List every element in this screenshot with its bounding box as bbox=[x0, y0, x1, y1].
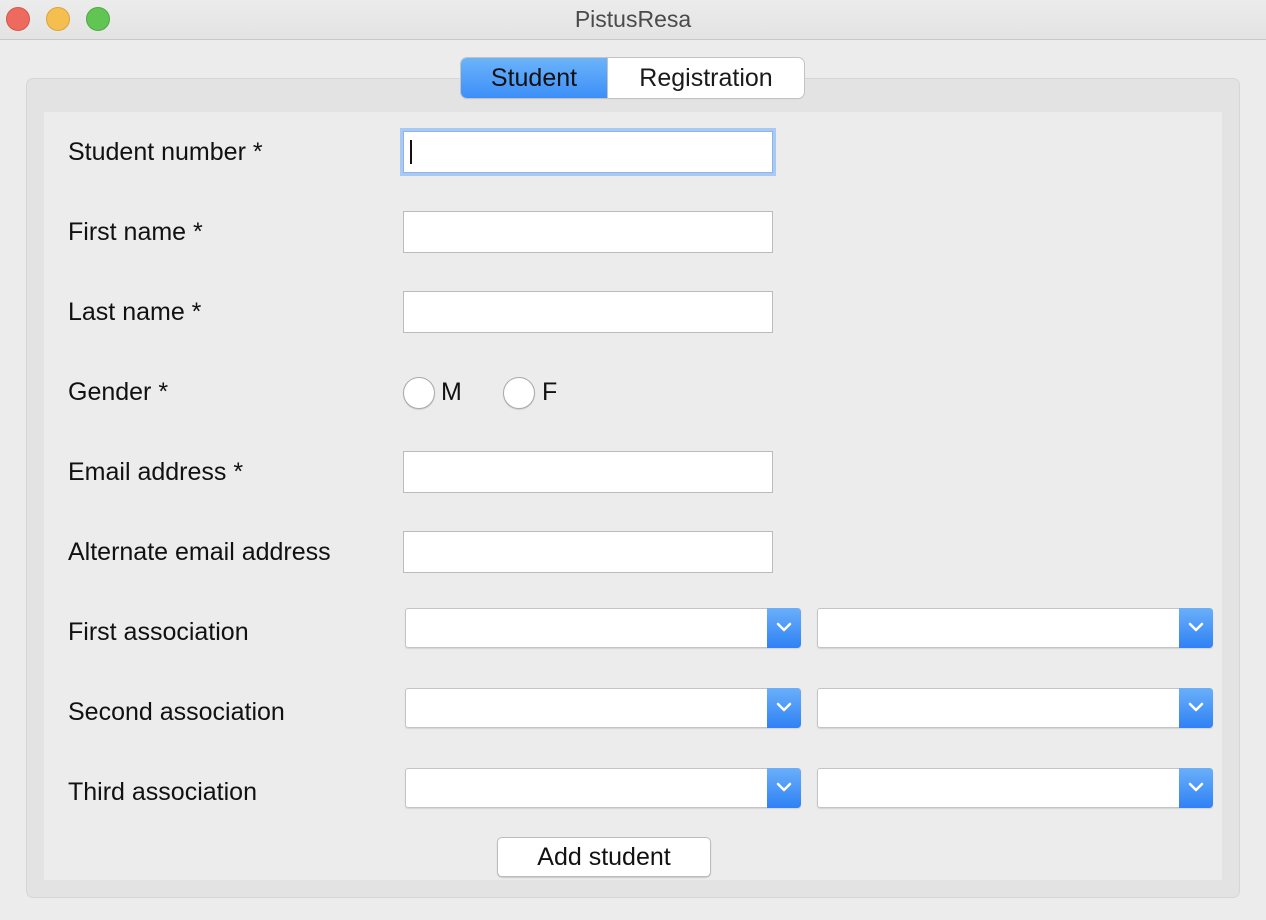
email-input[interactable] bbox=[403, 451, 773, 493]
student-number-label: Student number * bbox=[68, 138, 263, 166]
second-association-select-b[interactable] bbox=[817, 688, 1213, 728]
add-student-button[interactable]: Add student bbox=[497, 837, 711, 877]
chevron-down-icon[interactable] bbox=[1179, 768, 1213, 808]
second-association-select-a[interactable] bbox=[405, 688, 801, 728]
chevron-down-icon[interactable] bbox=[1179, 688, 1213, 728]
third-association-select-b[interactable] bbox=[817, 768, 1213, 808]
chevron-down-icon[interactable] bbox=[767, 688, 801, 728]
gender-radio-group: M F bbox=[403, 377, 563, 411]
gender-m-radio[interactable] bbox=[403, 377, 435, 409]
first-association-label: First association bbox=[68, 618, 249, 646]
email-label: Email address * bbox=[68, 458, 244, 486]
last-name-label: Last name * bbox=[68, 298, 202, 326]
chevron-down-icon[interactable] bbox=[767, 608, 801, 648]
tab-bar: Student Registration bbox=[461, 58, 804, 98]
gender-f-radio[interactable] bbox=[503, 377, 535, 409]
third-association-label: Third association bbox=[68, 778, 257, 806]
first-association-select-b[interactable] bbox=[817, 608, 1213, 648]
title-bar: PistusResa bbox=[0, 0, 1266, 40]
third-association-select-a[interactable] bbox=[405, 768, 801, 808]
tab-registration[interactable]: Registration bbox=[607, 58, 804, 98]
app-window: PistusResa Student Registration Student … bbox=[0, 0, 1266, 920]
gender-m-label: M bbox=[441, 378, 462, 406]
chevron-down-icon[interactable] bbox=[1179, 608, 1213, 648]
first-name-label: First name * bbox=[68, 218, 203, 246]
text-caret bbox=[410, 140, 412, 164]
alt-email-label: Alternate email address bbox=[68, 538, 331, 566]
second-association-label: Second association bbox=[68, 698, 285, 726]
tab-student[interactable]: Student bbox=[461, 58, 607, 98]
gender-f-label: F bbox=[542, 378, 558, 406]
first-name-input[interactable] bbox=[403, 211, 773, 253]
first-association-select-a[interactable] bbox=[405, 608, 801, 648]
last-name-input[interactable] bbox=[403, 291, 773, 333]
gender-label: Gender * bbox=[68, 378, 169, 406]
alt-email-input[interactable] bbox=[403, 531, 773, 573]
student-number-input[interactable] bbox=[403, 131, 773, 173]
chevron-down-icon[interactable] bbox=[767, 768, 801, 808]
window-title: PistusResa bbox=[574, 6, 692, 32]
